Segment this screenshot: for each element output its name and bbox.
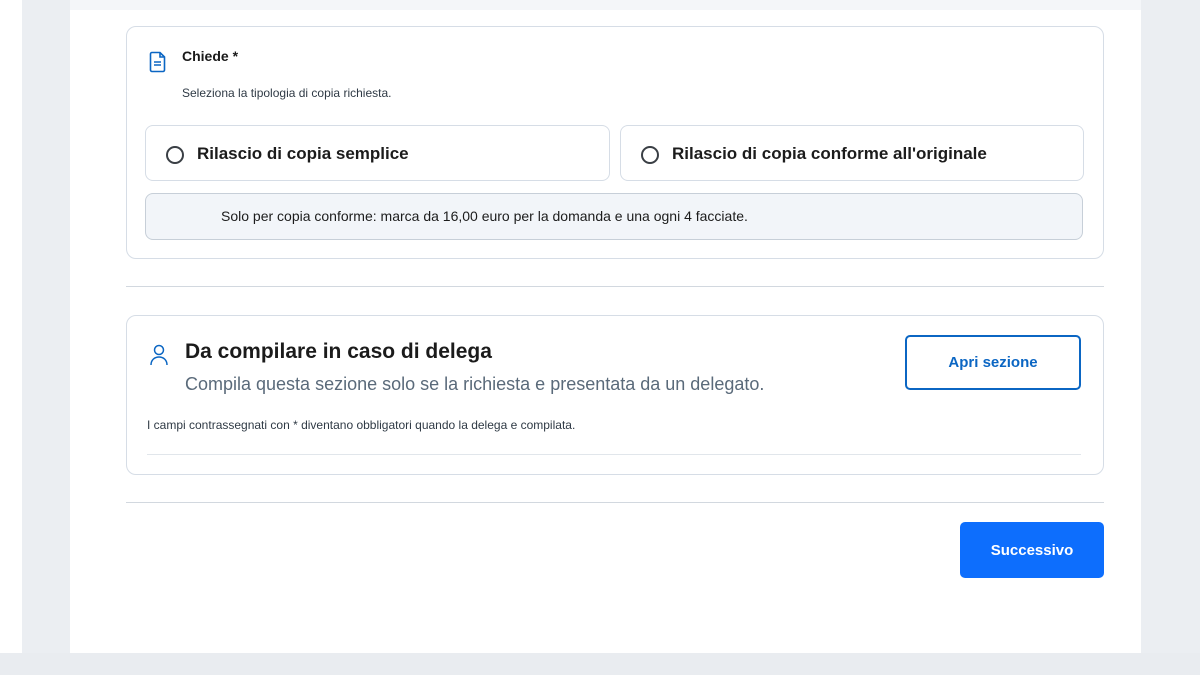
open-section-button[interactable]: Apri sezione xyxy=(905,335,1081,390)
radio-label: Rilascio di copia semplice xyxy=(197,144,409,163)
form-panel: Chiede * Seleziona la tipologia di copia… xyxy=(70,0,1141,653)
delega-title: Da compilare in caso di delega xyxy=(185,340,492,363)
left-margin xyxy=(0,0,22,675)
info-note-text: Solo per copia conforme: marca da 16,00 … xyxy=(221,208,748,224)
radio-copia-semplice[interactable]: Rilascio di copia semplice xyxy=(145,125,610,181)
chiede-title: Chiede * xyxy=(182,48,239,64)
delega-hint: I campi contrassegnati con * diventano o… xyxy=(147,418,576,432)
delega-divider xyxy=(147,454,1081,455)
top-band xyxy=(70,0,1141,10)
radio-copia-conforme[interactable]: Rilascio di copia conforme all'originale xyxy=(620,125,1084,181)
bottom-margin xyxy=(0,653,1200,675)
delega-card: Da compilare in caso di delega Compila q… xyxy=(126,315,1104,475)
delega-subtitle: Compila questa sezione solo se la richie… xyxy=(185,374,765,394)
document-icon xyxy=(149,51,166,73)
radio-circle[interactable] xyxy=(166,146,184,164)
chiede-subtitle: Seleziona la tipologia di copia richiest… xyxy=(182,86,392,100)
user-icon xyxy=(150,344,168,366)
info-note: Solo per copia conforme: marca da 16,00 … xyxy=(145,193,1083,240)
chiede-card: Chiede * Seleziona la tipologia di copia… xyxy=(126,26,1104,259)
footer-divider xyxy=(126,502,1104,503)
next-button[interactable]: Successivo xyxy=(960,522,1104,578)
radio-circle[interactable] xyxy=(641,146,659,164)
section-divider xyxy=(126,286,1104,287)
radio-label: Rilascio di copia conforme all'originale xyxy=(672,144,987,163)
